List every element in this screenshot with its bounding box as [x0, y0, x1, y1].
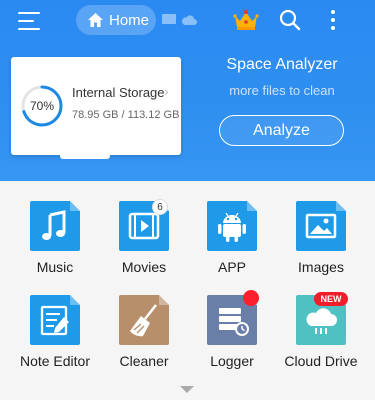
storage-size: 78.95 GB / 113.12 GB — [72, 109, 180, 121]
storage-percent: 70% — [30, 99, 54, 113]
analyze-button[interactable]: Analyze — [219, 115, 344, 146]
space-analyzer-title: Space Analyzer — [226, 56, 338, 73]
image-icon — [296, 201, 346, 251]
tools-grid: Music Movies APP Images Note Editor Clea… — [0, 181, 375, 400]
tool-movies[interactable]: Movies — [99, 181, 189, 275]
android-icon — [207, 201, 257, 251]
tool-logger[interactable]: Logger — [187, 275, 277, 369]
home-tab[interactable]: Home — [76, 5, 156, 35]
chevron-down-icon[interactable] — [180, 386, 194, 393]
card-tab — [60, 153, 110, 159]
tool-app[interactable]: APP — [187, 181, 277, 275]
chat-icon[interactable] — [162, 14, 176, 26]
logger-notification-dot — [243, 290, 259, 306]
tool-cleaner[interactable]: Cleaner — [99, 275, 189, 369]
path-icons — [162, 14, 197, 26]
note-editor-icon — [30, 295, 80, 345]
menu-icon[interactable] — [18, 12, 40, 30]
storage-title: Internal Storage — [72, 85, 165, 100]
header: Home 70% Internal Storage › 78.95 GB / 1… — [0, 0, 375, 181]
cloud-icon[interactable] — [181, 14, 197, 26]
search-icon[interactable] — [279, 9, 301, 31]
crown-icon[interactable] — [233, 9, 259, 31]
more-options-icon[interactable] — [328, 9, 338, 31]
music-icon — [30, 201, 80, 251]
movies-count-badge: 6 — [152, 199, 168, 215]
tool-cloud-drive[interactable]: Cloud Drive — [276, 275, 366, 369]
tool-label: Images — [298, 259, 344, 275]
tool-images[interactable]: Images — [276, 181, 366, 275]
tool-note-editor[interactable]: Note Editor — [10, 275, 100, 369]
internal-storage-card[interactable]: 70% Internal Storage › 78.95 GB / 113.12… — [11, 57, 181, 155]
top-bar: Home — [0, 0, 375, 40]
space-analyzer-subtitle: more files to clean — [229, 83, 335, 98]
broom-icon — [119, 295, 169, 345]
cloud-drive-new-badge: NEW — [314, 292, 348, 306]
home-icon — [88, 13, 103, 27]
storage-usage-ring: 70% — [21, 85, 63, 127]
chevron-right-icon: › — [164, 83, 169, 99]
home-tab-label: Home — [109, 11, 150, 29]
tool-label: Cloud Drive — [284, 353, 358, 369]
tool-music[interactable]: Music — [10, 181, 100, 275]
